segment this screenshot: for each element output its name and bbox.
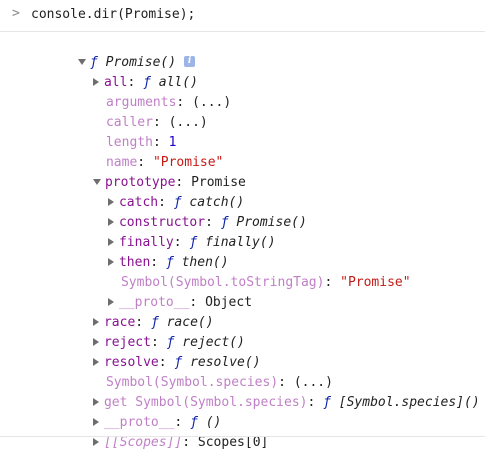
tree-row-proto-inner[interactable]: __proto__: Object (61, 273, 252, 310)
tree-row-proto-outer[interactable]: __proto__: ƒ () (46, 393, 221, 430)
tree-row-resolve[interactable]: resolve: ƒ resolve() (46, 333, 261, 370)
tree-row-race[interactable]: race: ƒ race() (46, 293, 214, 330)
tree-row-scopes[interactable]: [[Scopes]]: Scopes[0] (46, 413, 268, 450)
tree-row-arguments[interactable]: arguments: (...) (59, 73, 231, 110)
tree-row-length[interactable]: length: 1 (59, 113, 176, 150)
console-divider (0, 436, 485, 437)
tree-row-species[interactable]: Symbol(Symbol.species): (...) (59, 353, 333, 390)
property-value: [Symbol.species]() (338, 395, 480, 410)
console-command[interactable]: console.dir(Promise); (31, 7, 195, 22)
collapsed-arrow-icon[interactable] (92, 437, 99, 446)
tree-row-name[interactable]: name: "Promise" (59, 133, 223, 170)
tree-row-finally[interactable]: finally: ƒ finally() (61, 213, 276, 250)
tree-row-prototype[interactable]: prototype: Promise (46, 153, 246, 190)
tree-row-then[interactable]: then: ƒ then() (61, 233, 229, 270)
tree-row-tostringtag[interactable]: Symbol(Symbol.toStringTag): "Promise" (74, 253, 411, 290)
tree-row-catch[interactable]: catch: ƒ catch() (61, 173, 244, 210)
devtools-console: > console.dir(Promise); ƒ Promise() i all… (0, 0, 485, 450)
property-key: [[Scopes]] (103, 435, 183, 450)
tree-row-get-species[interactable]: get Symbol(Symbol.species): ƒ [Symbol.sp… (46, 373, 480, 410)
tree-row-all[interactable]: all: ƒ all() (46, 53, 198, 90)
tree-row-caller[interactable]: caller: (...) (59, 93, 208, 130)
property-value: "Promise" (340, 275, 411, 290)
tree-row-reject[interactable]: reject: ƒ reject() (46, 313, 245, 350)
function-symbol: ƒ (323, 395, 331, 410)
tree-row-constructor[interactable]: constructor: ƒ Promise() (61, 193, 307, 230)
property-value: Scopes[0] (197, 435, 269, 450)
console-output-tree: ƒ Promise() i all: ƒ all() arguments: (..… (0, 32, 485, 450)
prompt-chevron-icon: > (12, 6, 20, 21)
tree-root-row[interactable]: ƒ Promise() i (31, 33, 196, 70)
console-input-line: > console.dir(Promise); (0, 0, 485, 32)
